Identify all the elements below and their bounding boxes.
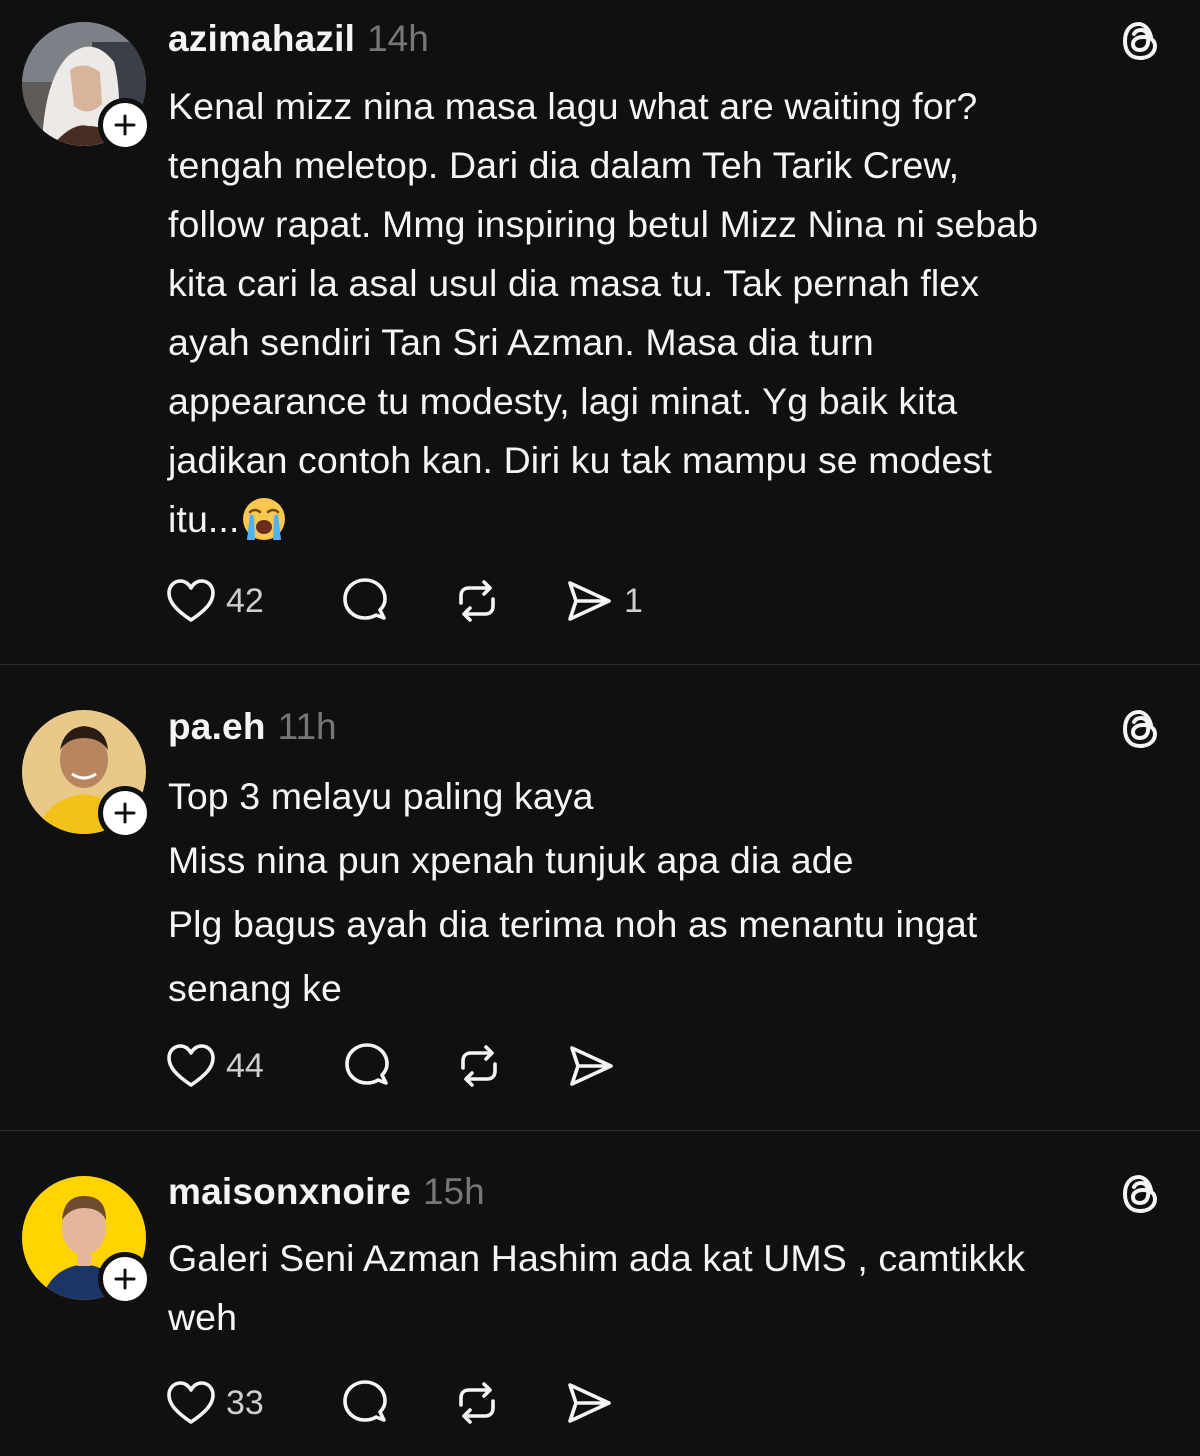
avatar-container	[22, 710, 152, 840]
repost-button[interactable]	[454, 1041, 566, 1091]
plus-icon	[114, 114, 136, 136]
repost-icon	[459, 580, 495, 622]
send-icon	[568, 581, 611, 621]
comment-bubble-icon	[343, 578, 387, 620]
reply-button[interactable]	[340, 576, 452, 626]
loudly-crying-face-icon	[243, 498, 286, 540]
like-button[interactable]: 33	[166, 1380, 278, 1426]
post-divider	[0, 664, 1200, 665]
post-header: pa.eh 11h	[168, 706, 337, 750]
post-actions: 44	[166, 1041, 616, 1091]
repost-icon	[461, 1045, 497, 1087]
heart-icon	[167, 1381, 215, 1424]
post-text-content: Top 3 melayu paling kaya Miss nina pun x…	[168, 775, 978, 1009]
threads-logo-icon[interactable]	[1118, 1171, 1164, 1217]
post-header: azimahazil 14h	[168, 18, 429, 62]
post-text: Kenal mizz nina masa lagu what are waiti…	[168, 77, 1178, 549]
heart-icon	[167, 579, 215, 622]
post-divider	[0, 1130, 1200, 1131]
comment-bubble-icon	[345, 1043, 389, 1085]
repost-button[interactable]	[452, 1378, 564, 1428]
post-text: Top 3 melayu paling kaya Miss nina pun x…	[168, 764, 1178, 1020]
avatar-container	[22, 22, 152, 152]
username[interactable]: maisonxnoire	[168, 1171, 411, 1213]
threads-logo-icon[interactable]	[1118, 706, 1164, 752]
share-button[interactable]: 1	[564, 576, 643, 626]
like-count: 42	[226, 581, 264, 620]
repost-icon	[459, 1382, 495, 1424]
timestamp: 11h	[277, 706, 337, 747]
username[interactable]: pa.eh	[168, 706, 266, 748]
post-actions: 42 1	[166, 576, 643, 626]
reply-button[interactable]	[340, 1378, 452, 1428]
reply-button[interactable]	[342, 1041, 454, 1091]
post-text-content: Galeri Seni Azman Hashim ada kat UMS , c…	[168, 1237, 1026, 1338]
like-count: 33	[226, 1383, 264, 1422]
plus-icon	[114, 802, 136, 824]
like-count: 44	[226, 1046, 264, 1085]
timestamp: 15h	[422, 1171, 485, 1212]
heart-icon	[167, 1044, 215, 1087]
send-icon	[570, 1046, 613, 1086]
like-button[interactable]: 42	[166, 578, 278, 624]
timestamp: 14h	[367, 18, 429, 59]
repost-button[interactable]	[452, 576, 564, 626]
post-text-content: Kenal mizz nina masa lagu what are waiti…	[168, 85, 1039, 540]
comment-bubble-icon	[343, 1380, 387, 1422]
post-actions: 33	[166, 1378, 614, 1428]
threads-logo-icon[interactable]	[1118, 18, 1164, 64]
send-icon	[568, 1383, 611, 1423]
avatar-container	[22, 1176, 152, 1306]
share-button[interactable]	[566, 1041, 616, 1091]
post-text: Galeri Seni Azman Hashim ada kat UMS , c…	[168, 1229, 1178, 1347]
follow-button[interactable]	[98, 98, 152, 152]
share-button[interactable]	[564, 1378, 614, 1428]
share-count: 1	[624, 581, 643, 620]
follow-button[interactable]	[98, 786, 152, 840]
plus-icon	[114, 1268, 136, 1290]
follow-button[interactable]	[98, 1252, 152, 1306]
username[interactable]: azimahazil	[168, 18, 355, 60]
post-header: maisonxnoire 15h	[168, 1171, 485, 1215]
like-button[interactable]: 44	[166, 1043, 278, 1089]
